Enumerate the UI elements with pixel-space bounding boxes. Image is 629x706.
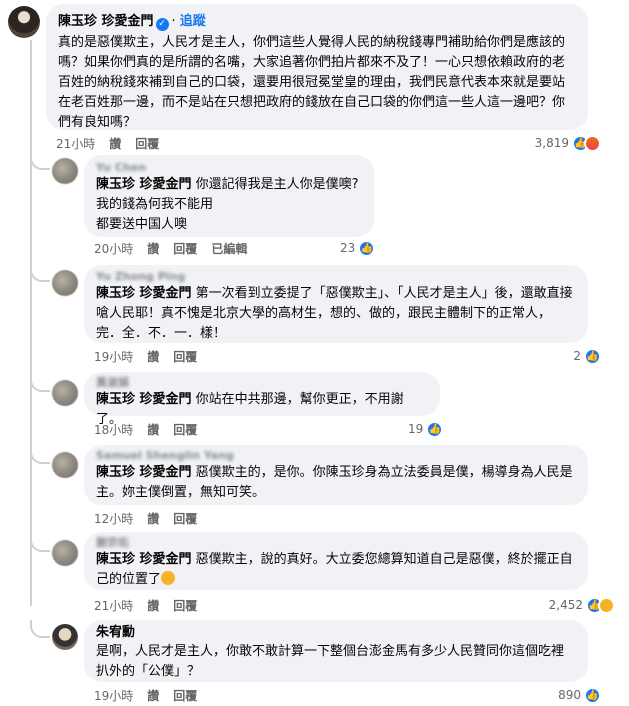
reply-meta: 12小時讚回覆 — [94, 511, 211, 527]
thread-branch — [30, 152, 50, 170]
avatar[interactable] — [52, 624, 78, 650]
avatar[interactable] — [52, 380, 78, 406]
reply-time[interactable]: 19小時 — [94, 689, 133, 703]
thread-line — [30, 40, 32, 606]
reply-author[interactable]: 朱宥勳 — [96, 624, 576, 642]
reply-button[interactable]: 回覆 — [173, 423, 197, 437]
reply-meta: 19小時讚回覆 — [94, 688, 211, 704]
reply-time[interactable]: 20小時 — [94, 242, 133, 256]
mention-link[interactable]: 陳玉珍 珍愛金門 — [96, 286, 192, 301]
follow-button[interactable]: 追蹤 — [180, 14, 206, 29]
reply-bubble: 謝宗佑 陳玉珍 珍愛金門 惡僕欺主，說的真好。大立委您總算知道自己是惡僕，終於擺… — [84, 532, 588, 590]
edited-label[interactable]: 已編輯 — [211, 242, 247, 256]
thumbs-up-icon: 👍 — [426, 420, 444, 438]
like-button[interactable]: 讚 — [147, 512, 159, 526]
thumbs-up-icon: 👍 — [584, 347, 601, 365]
avatar[interactable] — [52, 270, 78, 296]
comment-meta: 21小時讚回覆 — [56, 136, 173, 152]
reply-author[interactable]: Yu Zhong Ping — [96, 270, 576, 284]
reply-bubble: 朱宥勳 是啊，人民才是主人，你敢不敢計算一下整個台澎金馬有多少人民贊同你這個吃裡… — [84, 620, 588, 682]
comment-bubble: 陳玉珍 珍愛金門 ✓ · 追蹤 真的是惡僕欺主，人民才是主人，你們這些人覺得人民的納… — [46, 4, 588, 130]
reply-button[interactable]: 回覆 — [173, 512, 197, 526]
thread-branch — [30, 264, 50, 282]
reply-meta: 19小時讚回覆 — [94, 349, 211, 365]
like-button[interactable]: 讚 — [147, 350, 159, 364]
thread-branch — [30, 620, 50, 638]
angry-face-icon — [584, 134, 601, 152]
reply-button[interactable]: 回覆 — [173, 689, 197, 703]
check-badge-icon: ✓ — [155, 18, 169, 31]
clapping-hands-icon — [161, 571, 176, 585]
thread-branch — [30, 374, 50, 392]
like-button[interactable]: 讚 — [147, 423, 159, 437]
mention-link[interactable]: 陳玉珍 珍愛金門 — [96, 392, 192, 407]
reply-meta: 21小時讚回覆 — [94, 598, 211, 614]
reply-button[interactable]: 回覆 — [135, 137, 159, 151]
reply-meta: 20小時讚回覆 已編輯 — [94, 241, 261, 257]
reply-time[interactable]: 12小時 — [94, 512, 133, 526]
mention-link[interactable]: 陳玉珍 珍愛金門 — [96, 552, 192, 567]
reply-time[interactable]: 18小時 — [94, 423, 133, 437]
reply-meta: 18小時讚回覆 — [94, 422, 211, 438]
reply-author[interactable]: Samuel Shenglin Yang — [96, 449, 576, 463]
reply-button[interactable]: 回覆 — [173, 242, 197, 256]
like-button[interactable]: 讚 — [147, 599, 159, 613]
mention-link[interactable]: 陳玉珍 珍愛金門 — [96, 177, 192, 192]
reaction-count: 890 — [558, 688, 581, 702]
thumbs-up-icon: 👍 — [358, 239, 376, 257]
reaction-summary[interactable]: 23 👍 — [340, 239, 376, 257]
thread-branch — [30, 534, 50, 552]
reply-text: 是啊，人民才是主人，你敢不敢計算一下整個台澎金馬有多少人民贊同你這個吃裡扒外的「… — [96, 644, 565, 679]
like-button[interactable]: 讚 — [109, 137, 121, 151]
reply-author[interactable]: Yu Chen — [96, 161, 362, 175]
avatar[interactable] — [8, 6, 40, 38]
reply-text: 你還記得我是主人你是僕噢? — [195, 177, 359, 192]
reply-button[interactable]: 回覆 — [173, 350, 197, 364]
reply-bubble: Samuel Shenglin Yang 陳玉珍 珍愛金門 惡僕欺主的，是你。你… — [84, 445, 588, 505]
reply-text-line: 都要送中国人噢 — [96, 217, 188, 232]
separator: · — [171, 14, 180, 29]
reaction-count: 3,819 — [534, 136, 569, 150]
reply-time[interactable]: 19小時 — [94, 350, 133, 364]
reaction-summary[interactable]: 19 👍 — [408, 420, 444, 438]
thread-branch — [30, 446, 50, 464]
reply-bubble: 黃淑娟 陳玉珍 珍愛金門 你站在中共那邊，幫你更正，不用謝了。 — [84, 372, 440, 427]
reply-author[interactable]: 黃淑娟 — [96, 376, 428, 390]
avatar[interactable] — [52, 158, 78, 184]
reply-time[interactable]: 21小時 — [94, 599, 133, 613]
reply-button[interactable]: 回覆 — [173, 599, 197, 613]
reaction-summary[interactable]: 2,452 👍 — [549, 596, 615, 614]
like-button[interactable]: 讚 — [147, 689, 159, 703]
comment-time[interactable]: 21小時 — [56, 137, 95, 151]
reply-bubble: Yu Zhong Ping 陳玉珍 珍愛金門 第一次看到立委提了「惡僕欺主」、「… — [84, 265, 588, 343]
reaction-count: 23 — [340, 241, 356, 255]
avatar[interactable] — [52, 540, 78, 566]
reply-bubble: Yu Chen 陳玉珍 珍愛金門 你還記得我是主人你是僕噢? 我的錢為何我不能用… — [84, 155, 374, 237]
comment-author[interactable]: 陳玉珍 珍愛金門 — [58, 14, 154, 29]
reaction-summary[interactable]: 3,819 👍 — [535, 134, 601, 152]
mention-link[interactable]: 陳玉珍 珍愛金門 — [96, 465, 192, 480]
reply-text-line: 我的錢為何我不能用 — [96, 197, 214, 212]
comment-text: 真的是惡僕欺主，人民才是主人，你們這些人覺得人民的納稅錢專門補助給你們是應該的嗎… — [58, 35, 566, 130]
reaction-count: 2,452 — [548, 598, 583, 612]
reaction-summary[interactable]: 890 👍 — [558, 686, 601, 704]
thumbs-up-icon: 👍 — [584, 686, 601, 704]
avatar[interactable] — [52, 452, 78, 478]
reply-author[interactable]: 謝宗佑 — [96, 536, 576, 550]
reaction-count: 19 — [408, 422, 424, 436]
reaction-summary[interactable]: 2 👍 — [573, 347, 601, 365]
like-button[interactable]: 讚 — [147, 242, 159, 256]
reaction-count: 2 — [573, 349, 581, 363]
laughing-face-icon — [598, 596, 615, 614]
